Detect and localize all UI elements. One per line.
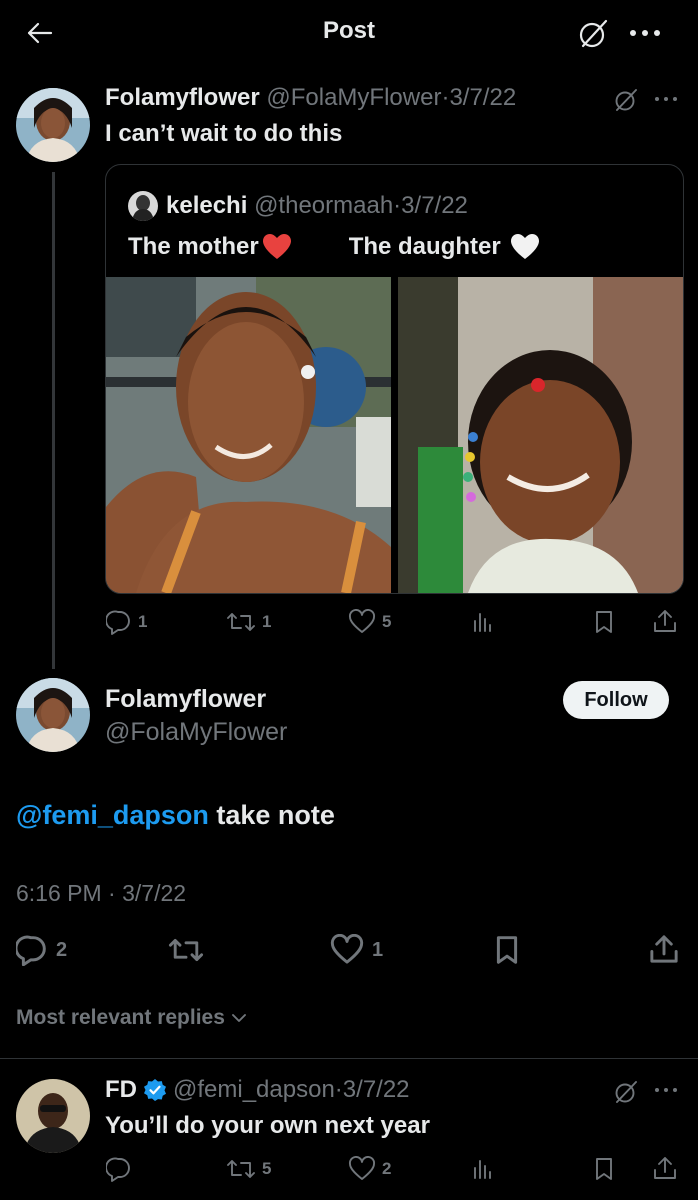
avatar[interactable] bbox=[16, 88, 90, 162]
repost-count: 5 bbox=[262, 1159, 272, 1178]
grok-icon bbox=[615, 1081, 637, 1103]
bookmark-icon bbox=[596, 1158, 612, 1180]
replies-sort-label: Most relevant replies bbox=[16, 1006, 225, 1029]
repost-icon bbox=[227, 613, 255, 631]
grok-icon bbox=[615, 89, 637, 111]
reply-button[interactable]: 2 bbox=[16, 934, 67, 966]
handle[interactable]: @femi_dapson bbox=[173, 1076, 335, 1103]
bookmark-button[interactable] bbox=[592, 609, 616, 635]
replies-sort-dropdown[interactable]: Most relevant replies bbox=[16, 1006, 249, 1030]
views-icon bbox=[474, 1160, 491, 1179]
reply-button[interactable]: 1 bbox=[106, 609, 147, 635]
views-button[interactable] bbox=[470, 1156, 496, 1182]
reply-icon bbox=[16, 935, 46, 966]
separator-dot: · bbox=[393, 192, 402, 219]
post-timestamp[interactable]: 6:16 PM · 3/7/22 bbox=[16, 880, 186, 907]
post-body: take note bbox=[216, 800, 335, 830]
repost-icon bbox=[168, 938, 204, 962]
caption-daughter: The daughter bbox=[348, 233, 501, 260]
heart-icon bbox=[349, 609, 375, 633]
grok-icon bbox=[579, 19, 608, 48]
handle: @theormaah bbox=[254, 192, 394, 219]
like-button[interactable]: 2 bbox=[348, 1156, 391, 1182]
handle[interactable]: @FolaMyFlower bbox=[266, 84, 441, 111]
avatar[interactable] bbox=[16, 678, 90, 752]
quoted-photo-mother[interactable] bbox=[106, 277, 391, 593]
repost-button[interactable] bbox=[168, 934, 204, 966]
tweet-date[interactable]: 3/7/22 bbox=[449, 84, 516, 111]
views-icon bbox=[474, 613, 491, 632]
chevron-down-icon bbox=[231, 1014, 246, 1022]
avatar bbox=[128, 191, 158, 221]
bookmark-icon bbox=[496, 936, 518, 964]
reply-count: 2 bbox=[56, 938, 68, 961]
share-icon bbox=[654, 1157, 676, 1179]
avatar[interactable] bbox=[16, 1079, 90, 1153]
tweet-text: I can’t wait to do this bbox=[105, 120, 343, 147]
verified-badge-icon bbox=[144, 1079, 166, 1101]
quoted-tweet-card[interactable]: kelechi @theormaah·3/7/22 The mother The… bbox=[105, 164, 684, 594]
bookmark-icon bbox=[596, 611, 612, 633]
more-options-button[interactable] bbox=[626, 22, 666, 44]
share-icon bbox=[650, 935, 678, 963]
reply-header: FD @femi_dapson·3/7/22 bbox=[105, 1076, 410, 1104]
more-dots-icon bbox=[630, 30, 660, 36]
grok-button[interactable] bbox=[612, 1078, 640, 1106]
like-count: 2 bbox=[382, 1159, 392, 1178]
share-button[interactable] bbox=[652, 1154, 678, 1182]
reply-text: You’ll do your own next year bbox=[105, 1112, 430, 1139]
handle[interactable]: @FolaMyFlower bbox=[105, 718, 287, 747]
divider bbox=[0, 1058, 698, 1059]
follow-button[interactable]: Follow bbox=[563, 681, 669, 719]
grok-button[interactable] bbox=[576, 17, 610, 51]
share-button[interactable] bbox=[648, 932, 680, 966]
thread-line bbox=[52, 172, 55, 669]
caption-mother: The mother bbox=[128, 233, 259, 260]
heart-icon bbox=[349, 1156, 375, 1180]
repost-icon bbox=[227, 1160, 255, 1178]
reply-button[interactable] bbox=[106, 1156, 132, 1182]
display-name[interactable]: Folamyflower bbox=[105, 84, 260, 111]
post-text: @femi_dapson take note bbox=[16, 800, 335, 831]
mention-link[interactable]: @femi_dapson bbox=[16, 800, 209, 830]
share-button[interactable] bbox=[652, 607, 678, 635]
repost-button[interactable]: 1 bbox=[226, 609, 271, 635]
like-button[interactable]: 5 bbox=[348, 609, 391, 635]
reply-count: 1 bbox=[138, 612, 148, 631]
like-button[interactable]: 1 bbox=[330, 934, 383, 966]
white-heart-icon bbox=[510, 234, 539, 259]
reply-icon bbox=[106, 610, 130, 635]
quoted-photo-daughter[interactable] bbox=[398, 277, 683, 593]
tweet-more-button[interactable] bbox=[652, 91, 682, 107]
share-icon bbox=[654, 610, 676, 632]
display-name[interactable]: FD bbox=[105, 1076, 137, 1104]
repost-button[interactable]: 5 bbox=[226, 1156, 271, 1182]
quoted-tweet-header: kelechi @theormaah·3/7/22 bbox=[166, 192, 468, 220]
heart-icon bbox=[330, 934, 364, 964]
grok-button[interactable] bbox=[612, 86, 640, 114]
repost-count: 1 bbox=[262, 612, 272, 631]
display-name: kelechi bbox=[166, 192, 248, 219]
more-dots-icon bbox=[655, 1088, 677, 1092]
like-count: 1 bbox=[372, 938, 384, 961]
separator-dot: · bbox=[334, 1076, 343, 1103]
bookmark-button[interactable] bbox=[592, 1156, 616, 1182]
views-button[interactable] bbox=[470, 609, 496, 635]
like-count: 5 bbox=[382, 612, 392, 631]
display-name[interactable]: Folamyflower bbox=[105, 685, 266, 714]
tweet-header: Folamyflower @FolaMyFlower·3/7/22 bbox=[105, 84, 516, 112]
tweet-date: 3/7/22 bbox=[401, 192, 468, 219]
reply-icon bbox=[106, 1157, 130, 1182]
tweet-date[interactable]: 3/7/22 bbox=[343, 1076, 410, 1103]
red-heart-icon bbox=[262, 234, 291, 259]
quoted-tweet-text: The mother The daughter bbox=[128, 233, 541, 261]
bookmark-button[interactable] bbox=[492, 934, 522, 966]
tweet-more-button[interactable] bbox=[652, 1082, 682, 1098]
more-dots-icon bbox=[655, 97, 677, 101]
